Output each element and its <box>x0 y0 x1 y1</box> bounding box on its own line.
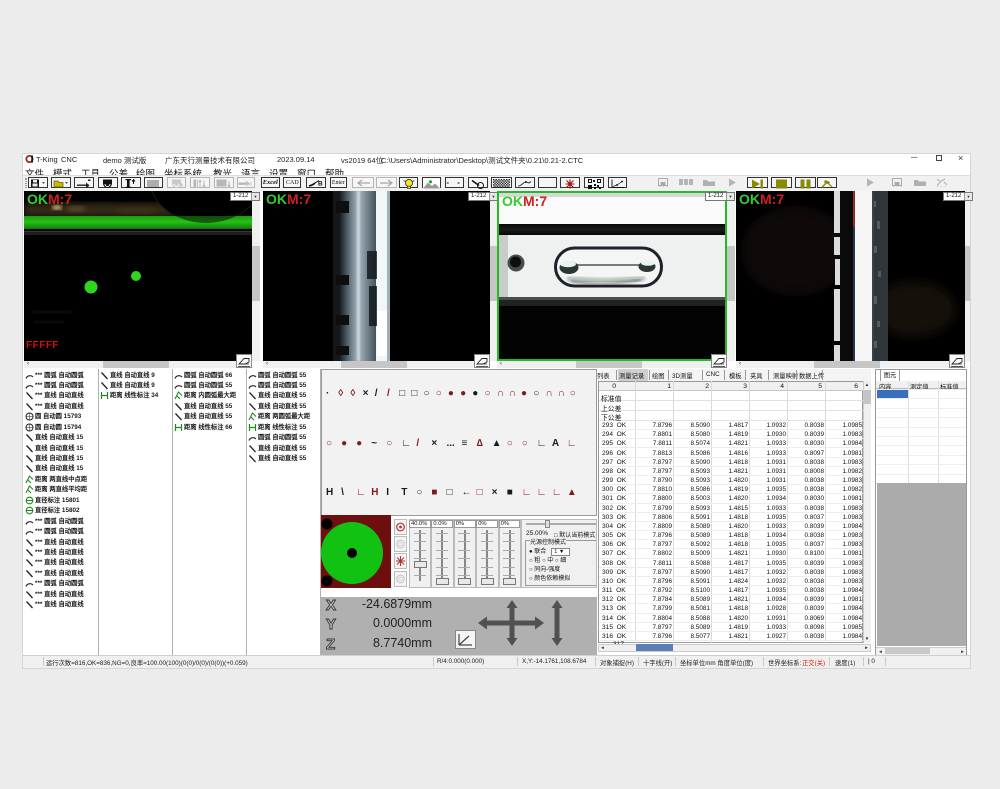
svg-text:B: B <box>318 181 323 188</box>
svg-text:Z: Z <box>326 636 335 652</box>
svg-text:Y: Y <box>326 616 336 632</box>
svg-text:FFFFF: FFFFF <box>26 340 59 351</box>
svg-text:X: X <box>326 597 336 613</box>
